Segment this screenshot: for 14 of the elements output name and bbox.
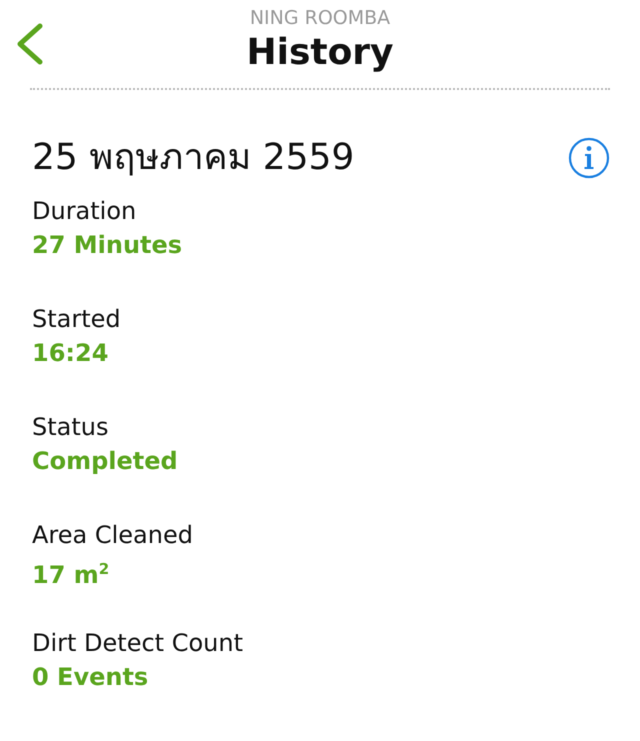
detail-value: 17 m$^{2}$: [32, 559, 110, 591]
info-icon[interactable]: [568, 137, 610, 179]
screen-title: History: [246, 31, 394, 75]
detail-label: Duration: [32, 196, 136, 227]
detail-label: Dirt Detect Count: [32, 628, 243, 659]
device-name: NING ROOMBA: [250, 6, 390, 30]
detail-label: Status: [32, 412, 108, 443]
date-heading: 25 พฤษภาคม 2559: [32, 136, 354, 180]
detail-label: Started: [32, 304, 121, 335]
detail-value: Completed: [32, 446, 178, 477]
detail-value: 27 Minutes: [32, 230, 182, 261]
detail-value: 16:24: [32, 338, 108, 369]
detail-label: Area Cleaned: [32, 520, 193, 551]
detail-value: 0 Events: [32, 662, 148, 693]
